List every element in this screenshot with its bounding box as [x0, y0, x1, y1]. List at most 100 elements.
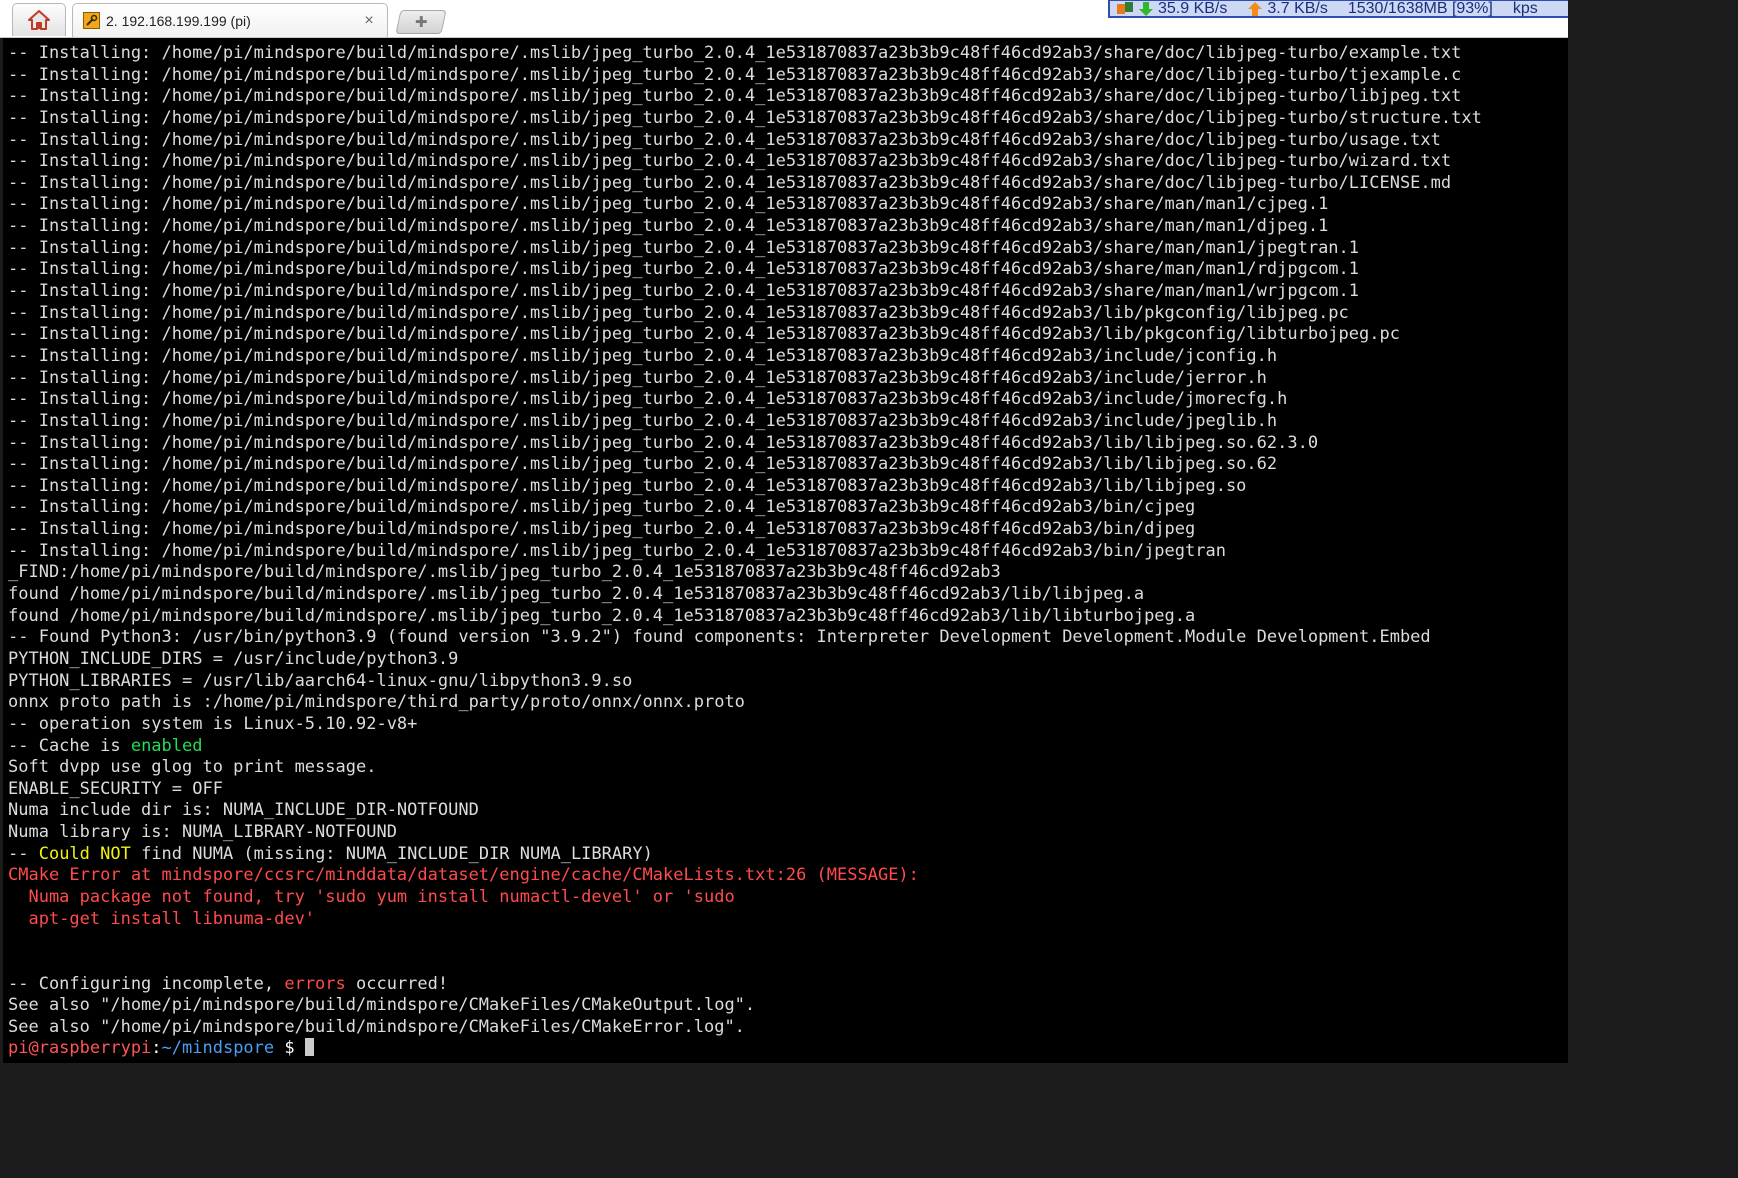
terminal-text: -- Installing: /home/pi/mindspore/build/…	[8, 43, 1462, 63]
terminal-text: -- Installing: /home/pi/mindspore/build/…	[8, 410, 1278, 431]
terminal-text: -- Installing: /home/pi/mindspore/build/…	[8, 540, 1226, 561]
tab-close-button[interactable]: ×	[361, 12, 377, 30]
terminal-text: -- Installing: /home/pi/mindspore/build/…	[8, 454, 1278, 475]
download-arrow-icon	[1138, 1, 1154, 17]
terminal-line: -- operation system is Linux-5.10.92-v8+	[8, 714, 1482, 736]
terminal-line: -- Installing: /home/pi/mindspore/build/…	[8, 519, 1482, 541]
terminal-lines: -- Installing: /home/pi/mindspore/build/…	[8, 43, 1482, 1060]
terminal-text: -- Installing: /home/pi/mindspore/build/…	[8, 259, 1360, 280]
terminal-line: _FIND:/home/pi/mindspore/build/mindspore…	[8, 562, 1482, 584]
netmon-extra: kps	[1512, 0, 1538, 17]
terminal-text: -- Installing: /home/pi/mindspore/build/…	[8, 497, 1196, 518]
memory-usage: 1530/1638MB [93%]	[1347, 0, 1493, 17]
terminal-line: -- Installing: /home/pi/mindspore/build/…	[8, 86, 1482, 108]
terminal-line: -- Installing: /home/pi/mindspore/build/…	[8, 389, 1482, 411]
terminal-line: -- Installing: /home/pi/mindspore/build/…	[8, 454, 1482, 476]
terminal-line: -- Installing: /home/pi/mindspore/build/…	[8, 173, 1482, 195]
terminal-text: See also "/home/pi/mindspore/build/minds…	[8, 995, 756, 1016]
terminal-line: apt-get install libnuma-dev'	[8, 909, 1482, 931]
terminal-output[interactable]: -- Installing: /home/pi/mindspore/build/…	[3, 38, 1568, 1063]
tab-label: 2. 192.168.199.199 (pi)	[106, 12, 251, 29]
terminal-text: Numa include dir is: NUMA_INCLUDE_DIR-NO…	[8, 800, 479, 821]
new-tab-button[interactable]: ✚	[395, 10, 447, 34]
terminal-text: -- Installing: /home/pi/mindspore/build/…	[8, 519, 1196, 540]
terminal-line: -- Installing: /home/pi/mindspore/build/…	[8, 368, 1482, 390]
terminal-line: -- Installing: /home/pi/mindspore/build/…	[8, 130, 1482, 152]
terminal-text: -- Installing: /home/pi/mindspore/build/…	[8, 345, 1278, 366]
prompt-separator: :	[151, 1038, 162, 1059]
terminal-text: --	[8, 843, 39, 864]
terminal-text: occurred!	[345, 973, 449, 994]
tab-session[interactable]: 2. 192.168.199.199 (pi) ×	[72, 3, 388, 37]
terminal-text: Soft dvpp use glog to print message.	[8, 757, 377, 778]
tab-bar: 2. 192.168.199.199 (pi) × ✚ 35.9 KB/s 3.…	[0, 0, 1568, 38]
terminal-text: enabled	[130, 735, 203, 756]
terminal-text: -- Installing: /home/pi/mindspore/build/…	[8, 367, 1267, 388]
terminal-line: -- Installing: /home/pi/mindspore/build/…	[8, 303, 1482, 325]
terminal-text: -- Installing: /home/pi/mindspore/build/…	[8, 324, 1400, 345]
terminal-line: See also "/home/pi/mindspore/build/minds…	[8, 1017, 1482, 1039]
terminal-text: ENABLE_SECURITY = OFF	[8, 778, 223, 799]
terminal-line: -- Installing: /home/pi/mindspore/build/…	[8, 216, 1482, 238]
terminal-text: Could NOT	[38, 843, 131, 864]
home-button[interactable]	[12, 3, 66, 36]
terminal-line: -- Configuring incomplete, errors occurr…	[8, 974, 1482, 996]
terminal-line: -- Installing: /home/pi/mindspore/build/…	[8, 238, 1482, 260]
prompt-user: pi@raspberrypi	[8, 1038, 152, 1059]
terminal-text: find NUMA (missing: NUMA_INCLUDE_DIR NUM…	[130, 843, 653, 864]
terminal-line: onnx proto path is :/home/pi/mindspore/t…	[8, 692, 1482, 714]
terminal-text: found /home/pi/mindspore/build/mindspore…	[8, 605, 1196, 626]
terminal-text: See also "/home/pi/mindspore/build/minds…	[8, 1016, 745, 1037]
terminal-text: -- Installing: /home/pi/mindspore/build/…	[8, 86, 1462, 107]
terminal-line: Soft dvpp use glog to print message.	[8, 757, 1482, 779]
terminal-text: Numa package not found, try 'sudo yum in…	[8, 886, 735, 907]
terminal-text: PYTHON_LIBRARIES = /usr/lib/aarch64-linu…	[8, 670, 633, 691]
terminal-text: found /home/pi/mindspore/build/mindspore…	[8, 584, 1145, 605]
prompt-symbol: $	[274, 1038, 305, 1059]
terminal-text: -- Installing: /home/pi/mindspore/build/…	[8, 64, 1462, 85]
terminal-text: -- Installing: /home/pi/mindspore/build/…	[8, 107, 1482, 128]
terminal-line: -- Installing: /home/pi/mindspore/build/…	[8, 151, 1482, 173]
terminal-text: -- Installing: /home/pi/mindspore/build/…	[8, 194, 1329, 215]
terminal-text: -- Installing: /home/pi/mindspore/build/…	[8, 129, 1441, 150]
network-monitor: 35.9 KB/s 3.7 KB/s 1530/1638MB [93%] kps	[1108, 0, 1568, 18]
terminal-line: -- Installing: /home/pi/mindspore/build/…	[8, 259, 1482, 281]
terminal-text: -- operation system is Linux-5.10.92-v8+	[8, 713, 418, 734]
terminal-line: found /home/pi/mindspore/build/mindspore…	[8, 584, 1482, 606]
terminal-line: -- Installing: /home/pi/mindspore/build/…	[8, 281, 1482, 303]
terminal-line: found /home/pi/mindspore/build/mindspore…	[8, 606, 1482, 628]
plus-icon: ✚	[414, 14, 428, 31]
terminal-line: -- Installing: /home/pi/mindspore/build/…	[8, 476, 1482, 498]
network-icon	[1116, 1, 1134, 17]
terminal-line: -- Installing: /home/pi/mindspore/build/…	[8, 43, 1482, 65]
terminal-line: -- Installing: /home/pi/mindspore/build/…	[8, 433, 1482, 455]
terminal-text: -- Installing: /home/pi/mindspore/build/…	[8, 475, 1247, 496]
terminal-text: -- Installing: /home/pi/mindspore/build/…	[8, 216, 1329, 237]
terminal-text: CMake Error at mindspore/ccsrc/minddata/…	[8, 865, 919, 886]
terminal-line: -- Could NOT find NUMA (missing: NUMA_IN…	[8, 844, 1482, 866]
terminal-text: Numa library is: NUMA_LIBRARY-NOTFOUND	[8, 822, 397, 843]
terminal-line: PYTHON_LIBRARIES = /usr/lib/aarch64-linu…	[8, 671, 1482, 693]
terminal-line: CMake Error at mindspore/ccsrc/minddata/…	[8, 865, 1482, 887]
terminal-line: See also "/home/pi/mindspore/build/minds…	[8, 995, 1482, 1017]
terminal-line: -- Found Python3: /usr/bin/python3.9 (fo…	[8, 627, 1482, 649]
terminal-text: errors	[284, 973, 346, 994]
terminal-text: _FIND:/home/pi/mindspore/build/mindspore…	[8, 562, 1001, 583]
terminal-line: -- Installing: /home/pi/mindspore/build/…	[8, 108, 1482, 130]
text-cursor	[304, 1038, 314, 1057]
terminal-line: ENABLE_SECURITY = OFF	[8, 779, 1482, 801]
terminal-text: -- Installing: /home/pi/mindspore/build/…	[8, 172, 1452, 193]
terminal-line: -- Installing: /home/pi/mindspore/build/…	[8, 497, 1482, 519]
terminal-line: Numa package not found, try 'sudo yum in…	[8, 887, 1482, 909]
upload-speed: 3.7 KB/s	[1267, 0, 1328, 17]
terminal-line: -- Installing: /home/pi/mindspore/build/…	[8, 346, 1482, 368]
terminal-text: PYTHON_INCLUDE_DIRS = /usr/include/pytho…	[8, 648, 459, 669]
home-icon	[28, 10, 50, 30]
upload-arrow-icon	[1247, 1, 1263, 17]
terminal-text: -- Installing: /home/pi/mindspore/build/…	[8, 237, 1360, 258]
terminal-text: -- Installing: /home/pi/mindspore/build/…	[8, 281, 1360, 302]
command-prompt[interactable]: pi@raspberrypi:~/mindspore $	[8, 1038, 1482, 1060]
terminal-line: Numa library is: NUMA_LIBRARY-NOTFOUND	[8, 822, 1482, 844]
